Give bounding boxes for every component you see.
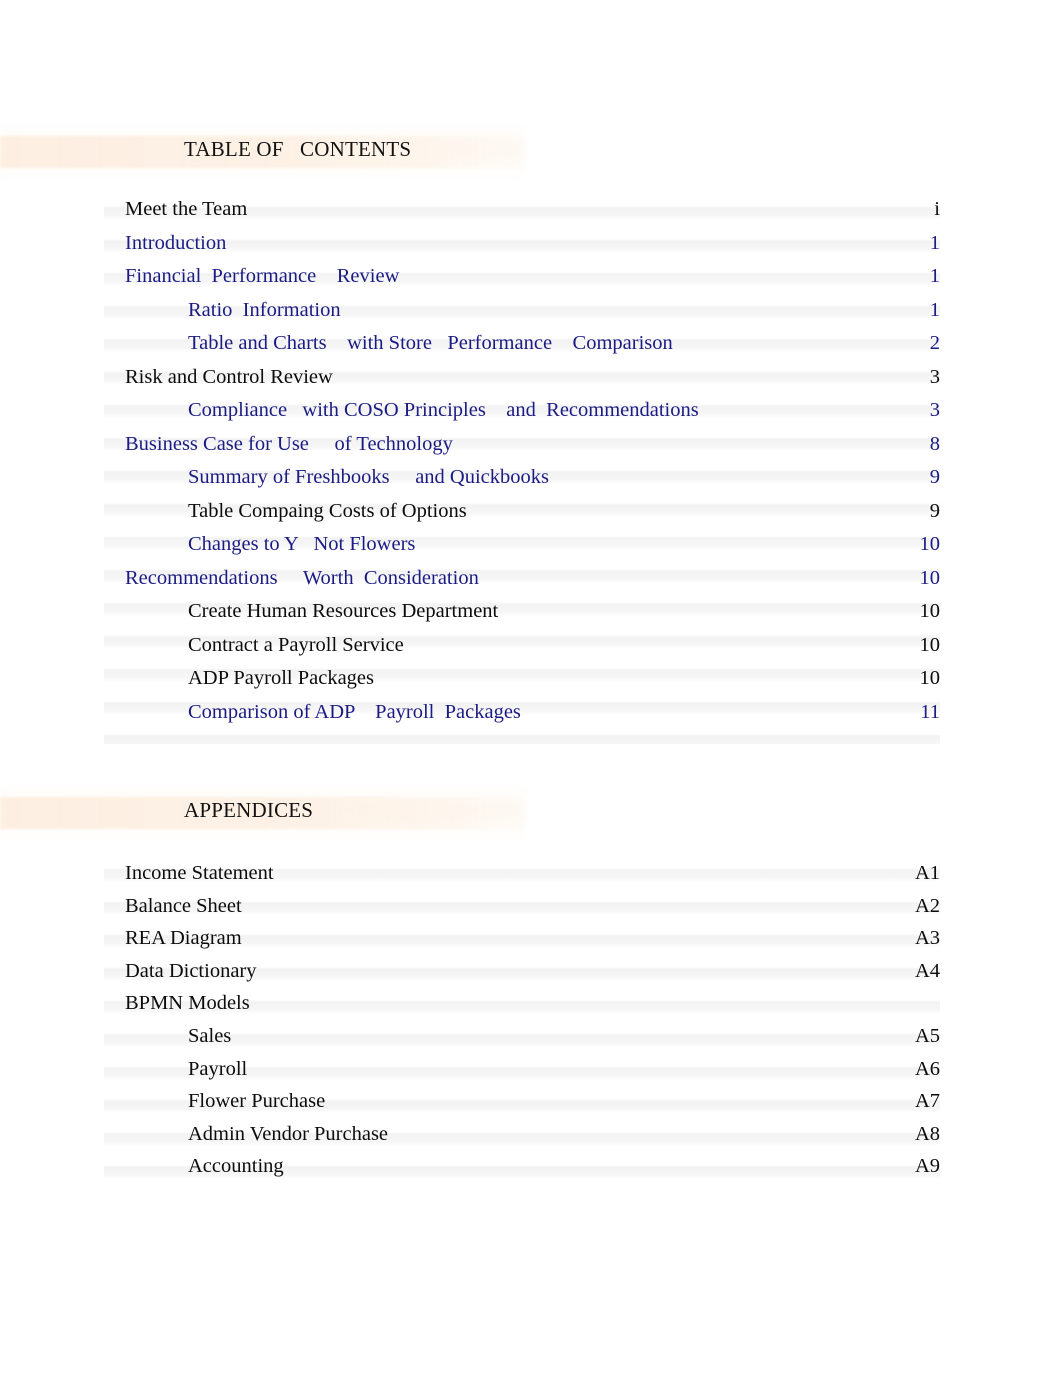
toc-entry-label: Contract a Payroll Service (188, 633, 404, 656)
toc-entry-label: Summary of Freshbooks and Quickbooks (188, 466, 550, 488)
toc-entry-label: Financial Performance Review (125, 265, 400, 287)
toc-entry-page-number: 1 (929, 298, 940, 321)
appendix-entry-page-number: A2 (914, 894, 940, 917)
appendix-entry: BPMN Models (104, 992, 940, 1020)
appendix-entry: Sales A5 (104, 1025, 940, 1053)
toc-entry[interactable]: Changes to Y Not Flowers 10 (104, 533, 940, 561)
toc-entry-label: Create Human Resources Department (188, 600, 499, 622)
toc-entry-label: Ratio Information (188, 298, 341, 321)
toc-entry-page-number: 9 (929, 466, 940, 488)
toc-entry-page-number: 11 (920, 700, 940, 723)
appendix-entry-label: Flower Purchase (188, 1090, 326, 1113)
toc-entry-page-number: 10 (919, 600, 941, 622)
toc-entry: Create Human Resources Department 10 (104, 600, 940, 628)
toc-entry-page-number: 1 (929, 231, 940, 254)
toc-entry-page-number: 10 (919, 533, 941, 555)
appendix-entry: Income Statement A1 (104, 862, 940, 890)
appendix-entry-page-number: A1 (914, 862, 940, 884)
toc-entry-page-number: 1 (929, 265, 940, 287)
appendix-entry-page-number: A6 (914, 1057, 940, 1080)
appendix-entry-label: Income Statement (125, 862, 274, 884)
toc-entry[interactable]: Summary of Freshbooks and Quickbooks 9 (104, 466, 940, 494)
appendices-heading: APPENDICES (184, 798, 314, 822)
toc-entry-label: ADP Payroll Packages (188, 667, 374, 689)
toc-entry-label: Risk and Control Review (125, 365, 333, 388)
appendix-entry-label: REA Diagram (125, 927, 242, 950)
toc-entry[interactable]: Financial Performance Review 1 (104, 265, 940, 293)
appendix-entry-label: Admin Vendor Purchase (188, 1122, 389, 1145)
toc-entry-label: Business Case for Use of Technology (125, 432, 453, 455)
toc-entry-label: Recommendations Worth Consideration (125, 566, 479, 589)
toc-entry-page-number: 9 (929, 499, 940, 522)
appendix-entry: Payroll A6 (104, 1058, 940, 1086)
toc-entry: Table Compaing Costs of Options 9 (104, 500, 940, 528)
appendix-entry: Balance Sheet A2 (104, 895, 940, 923)
appendix-entry-label: Accounting (188, 1155, 284, 1178)
appendix-entry-label: Payroll (188, 1057, 248, 1080)
toc-entry-page-number: 2 (929, 332, 940, 354)
toc-entry-page-number: 3 (929, 365, 940, 388)
document-page: TABLE OF CONTENTS Meet the Team i Introduc… (0, 0, 1062, 1376)
toc-entry[interactable]: Business Case for Use of Technology 8 (104, 433, 940, 461)
appendix-entry: Accounting A9 (104, 1155, 940, 1183)
appendix-entry-label: Sales (188, 1025, 232, 1047)
toc-entry-label: Meet the Team (125, 198, 248, 220)
appendix-entry-label: Balance Sheet (125, 894, 242, 917)
toc-entry[interactable]: Compliance with COSO Principles and Reco… (104, 399, 940, 427)
toc-entry-label: Compliance with COSO Principles and Reco… (188, 399, 699, 421)
appendix-entry: Admin Vendor Purchase A8 (104, 1123, 940, 1151)
toc-entry-label: Table Compaing Costs of Options (188, 499, 467, 522)
toc-entry-label: Changes to Y Not Flowers (188, 533, 416, 555)
toc-heading: TABLE OF CONTENTS (184, 137, 412, 161)
appendix-entry-page-number: A5 (914, 1025, 940, 1047)
toc-entry-page-number: 8 (929, 432, 940, 455)
toc-entry: Meet the Team i (104, 198, 940, 226)
appendix-entry-page-number: A8 (914, 1122, 940, 1145)
appendix-entry-label: Data Dictionary (125, 959, 257, 982)
toc-entry: ADP Payroll Packages 10 (104, 667, 940, 695)
appendix-entry: Flower Purchase A7 (104, 1090, 940, 1118)
toc-entry-label: Introduction (125, 231, 227, 254)
toc-entry[interactable]: Ratio Information 1 (104, 299, 940, 327)
appendix-entry-page-number: A7 (914, 1090, 940, 1113)
toc-entry-label: Comparison of ADP Payroll Packages (188, 700, 521, 723)
toc-entry[interactable]: Table and Charts with Store Performance … (104, 332, 940, 360)
toc-entry-page-number: 10 (919, 633, 941, 656)
appendix-entry-page-number: A3 (914, 927, 940, 950)
toc-entry-page-number: i (934, 198, 940, 220)
toc-entry: Risk and Control Review 3 (104, 366, 940, 394)
appendix-entry-page-number: A9 (914, 1155, 940, 1178)
toc-entry[interactable]: Recommendations Worth Consideration 10 (104, 567, 940, 595)
toc-entry-page-number: 3 (929, 399, 940, 421)
toc-entry-label: Table and Charts with Store Performance … (188, 332, 673, 354)
toc-entry[interactable]: Introduction 1 (104, 232, 940, 260)
appendix-entry: Data Dictionary A4 (104, 960, 940, 988)
toc-entry-page-number: 10 (919, 566, 941, 589)
appendix-entry-label: BPMN Models (125, 992, 250, 1015)
toc-entry: Contract a Payroll Service 10 (104, 634, 940, 662)
toc-entry[interactable]: Comparison of ADP Payroll Packages 11 (104, 701, 940, 729)
toc-entry-page-number: 10 (919, 667, 941, 689)
appendix-entry-page-number: A4 (914, 959, 940, 982)
appendix-entry: REA Diagram A3 (104, 927, 940, 955)
